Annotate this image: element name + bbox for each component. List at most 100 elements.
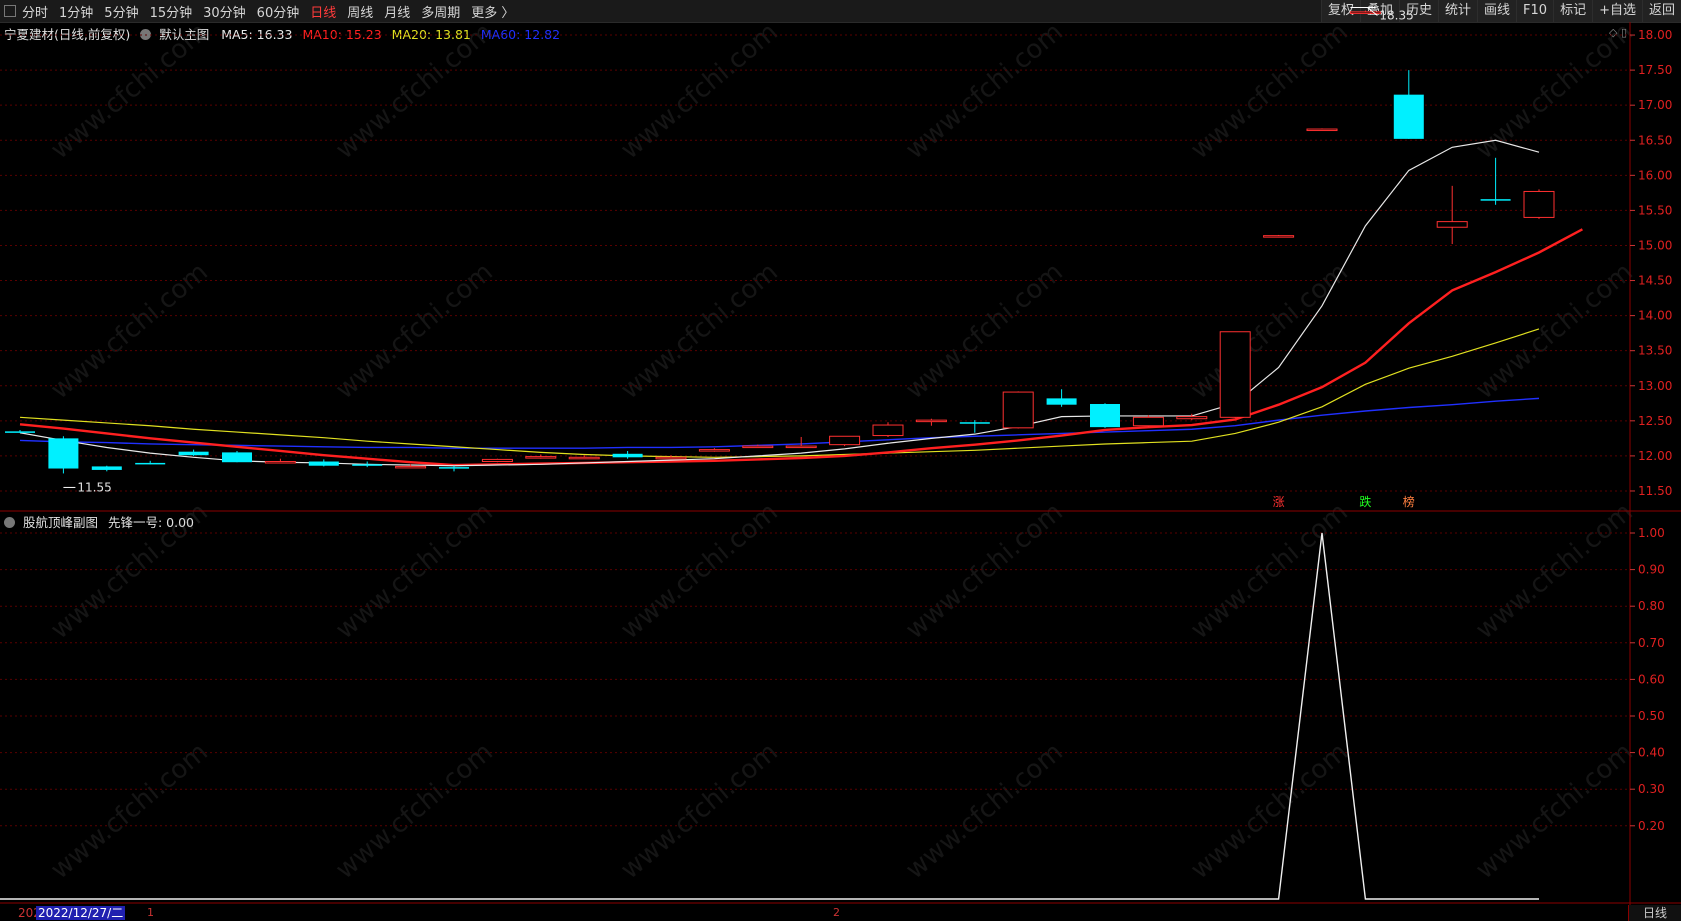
y-tick-label: 11.50 bbox=[1638, 484, 1672, 498]
candle-body bbox=[1393, 94, 1424, 139]
watermark-text: www.cfchi.com bbox=[1470, 497, 1639, 645]
candle bbox=[308, 459, 339, 467]
y-tick-label: 0.70 bbox=[1638, 636, 1665, 650]
series-line-ma60 bbox=[19, 397, 1540, 449]
candle-body bbox=[264, 461, 296, 464]
candle bbox=[439, 465, 469, 472]
watermark-text: www.cfchi.com bbox=[45, 257, 214, 405]
candle-body bbox=[829, 435, 861, 446]
candle-body bbox=[1306, 128, 1338, 132]
watermark-text: www.cfchi.com bbox=[45, 17, 214, 165]
candle bbox=[698, 448, 730, 452]
candle bbox=[1523, 189, 1555, 219]
signal-label: 涨 bbox=[1273, 494, 1285, 509]
candle-body bbox=[1219, 331, 1251, 418]
y-tick-label: 0.50 bbox=[1638, 709, 1665, 723]
candle bbox=[264, 458, 296, 464]
watermark-text: www.cfchi.com bbox=[615, 737, 784, 885]
candle bbox=[481, 458, 513, 463]
y-tick-label: 14.00 bbox=[1638, 309, 1672, 323]
y-tick-label: 14.50 bbox=[1638, 274, 1672, 288]
watermark-text: www.cfchi.com bbox=[45, 737, 214, 885]
candle bbox=[915, 418, 947, 426]
watermark-text: www.cfchi.com bbox=[900, 17, 1069, 165]
candle-body bbox=[742, 445, 774, 449]
candle-body bbox=[915, 419, 947, 423]
watermark-text: www.cfchi.com bbox=[330, 17, 499, 165]
watermark-text: www.cfchi.com bbox=[1185, 17, 1354, 165]
candle bbox=[785, 436, 817, 449]
candle bbox=[91, 465, 122, 472]
candle-body bbox=[568, 456, 600, 460]
candle bbox=[1090, 403, 1120, 428]
candle bbox=[1176, 413, 1208, 421]
candle-body bbox=[178, 451, 209, 456]
watermark-text: www.cfchi.com bbox=[330, 737, 499, 885]
y-tick-label: 0.80 bbox=[1638, 599, 1665, 613]
watermark-text: www.cfchi.com bbox=[1185, 497, 1354, 645]
watermark-text: www.cfchi.com bbox=[45, 497, 214, 645]
candle bbox=[612, 450, 643, 459]
watermark-text: www.cfchi.com bbox=[615, 17, 784, 165]
candle bbox=[568, 455, 600, 460]
low-label: 11.55 bbox=[77, 480, 111, 494]
watermark-text: www.cfchi.com bbox=[1470, 17, 1639, 165]
candle bbox=[959, 420, 990, 433]
candle-body bbox=[959, 422, 990, 424]
cursor-date: 2022/12/27/二 bbox=[36, 906, 126, 920]
candle-body bbox=[481, 458, 513, 463]
candle-body bbox=[872, 424, 904, 437]
candle bbox=[1046, 389, 1077, 407]
watermark-text: www.cfchi.com bbox=[615, 497, 784, 645]
y-tick-label: 1.00 bbox=[1638, 526, 1665, 540]
candle bbox=[222, 450, 252, 463]
watermark-text: www.cfchi.com bbox=[330, 497, 499, 645]
watermark-text: www.cfchi.com bbox=[1470, 257, 1639, 405]
y-tick-label: 17.50 bbox=[1638, 63, 1672, 77]
candle-body bbox=[395, 465, 427, 469]
y-tick-label: 15.50 bbox=[1638, 203, 1672, 217]
watermark-text: www.cfchi.com bbox=[900, 497, 1069, 645]
watermark-text: www.cfchi.com bbox=[615, 257, 784, 405]
watermark-text: www.cfchi.com bbox=[900, 737, 1069, 885]
candle bbox=[1132, 415, 1164, 428]
y-tick-label: 13.00 bbox=[1638, 379, 1672, 393]
series-line-ma20 bbox=[19, 328, 1540, 458]
candle-body bbox=[1046, 398, 1077, 405]
candle bbox=[1393, 70, 1424, 139]
period-indicator[interactable]: 日线 bbox=[1628, 905, 1681, 921]
candle bbox=[1436, 185, 1468, 245]
watermark-text: www.cfchi.com bbox=[1185, 737, 1354, 885]
candle-body bbox=[91, 466, 122, 470]
series-line-ma10 bbox=[19, 228, 1583, 467]
y-tick-label: 17.00 bbox=[1638, 98, 1672, 112]
candle-body bbox=[698, 449, 730, 452]
y-tick-label: 0.90 bbox=[1638, 563, 1665, 577]
y-tick-label: 12.50 bbox=[1638, 414, 1672, 428]
candle bbox=[525, 454, 557, 459]
candle-body bbox=[222, 452, 252, 463]
y-tick-label: 16.00 bbox=[1638, 168, 1672, 182]
y-tick-label: 0.30 bbox=[1638, 782, 1665, 796]
candle bbox=[1349, 10, 1381, 14]
candle-body bbox=[1523, 190, 1555, 218]
candle-body bbox=[5, 431, 35, 433]
candle-body bbox=[1176, 416, 1208, 420]
candle-body bbox=[1436, 221, 1468, 228]
watermark-text: www.cfchi.com bbox=[1470, 737, 1639, 885]
y-tick-label: 13.50 bbox=[1638, 344, 1672, 358]
candle-body bbox=[525, 456, 557, 459]
candle-body bbox=[308, 461, 339, 466]
signal-label: 跌 bbox=[1359, 494, 1371, 509]
y-tick-label: 18.00 bbox=[1638, 28, 1672, 42]
kline-chart[interactable]: www.cfchi.com www.cfchi.com www.cfchi.com w… bbox=[0, 0, 1681, 921]
candle-body bbox=[1480, 199, 1511, 201]
candle bbox=[1306, 128, 1338, 132]
candle bbox=[1002, 391, 1034, 429]
candle bbox=[178, 449, 209, 456]
x-axis-label: 2 bbox=[833, 906, 840, 919]
candle-body bbox=[785, 445, 817, 449]
y-tick-label: 0.20 bbox=[1638, 819, 1665, 833]
candle-body bbox=[135, 462, 166, 465]
candle-body bbox=[1090, 403, 1120, 428]
